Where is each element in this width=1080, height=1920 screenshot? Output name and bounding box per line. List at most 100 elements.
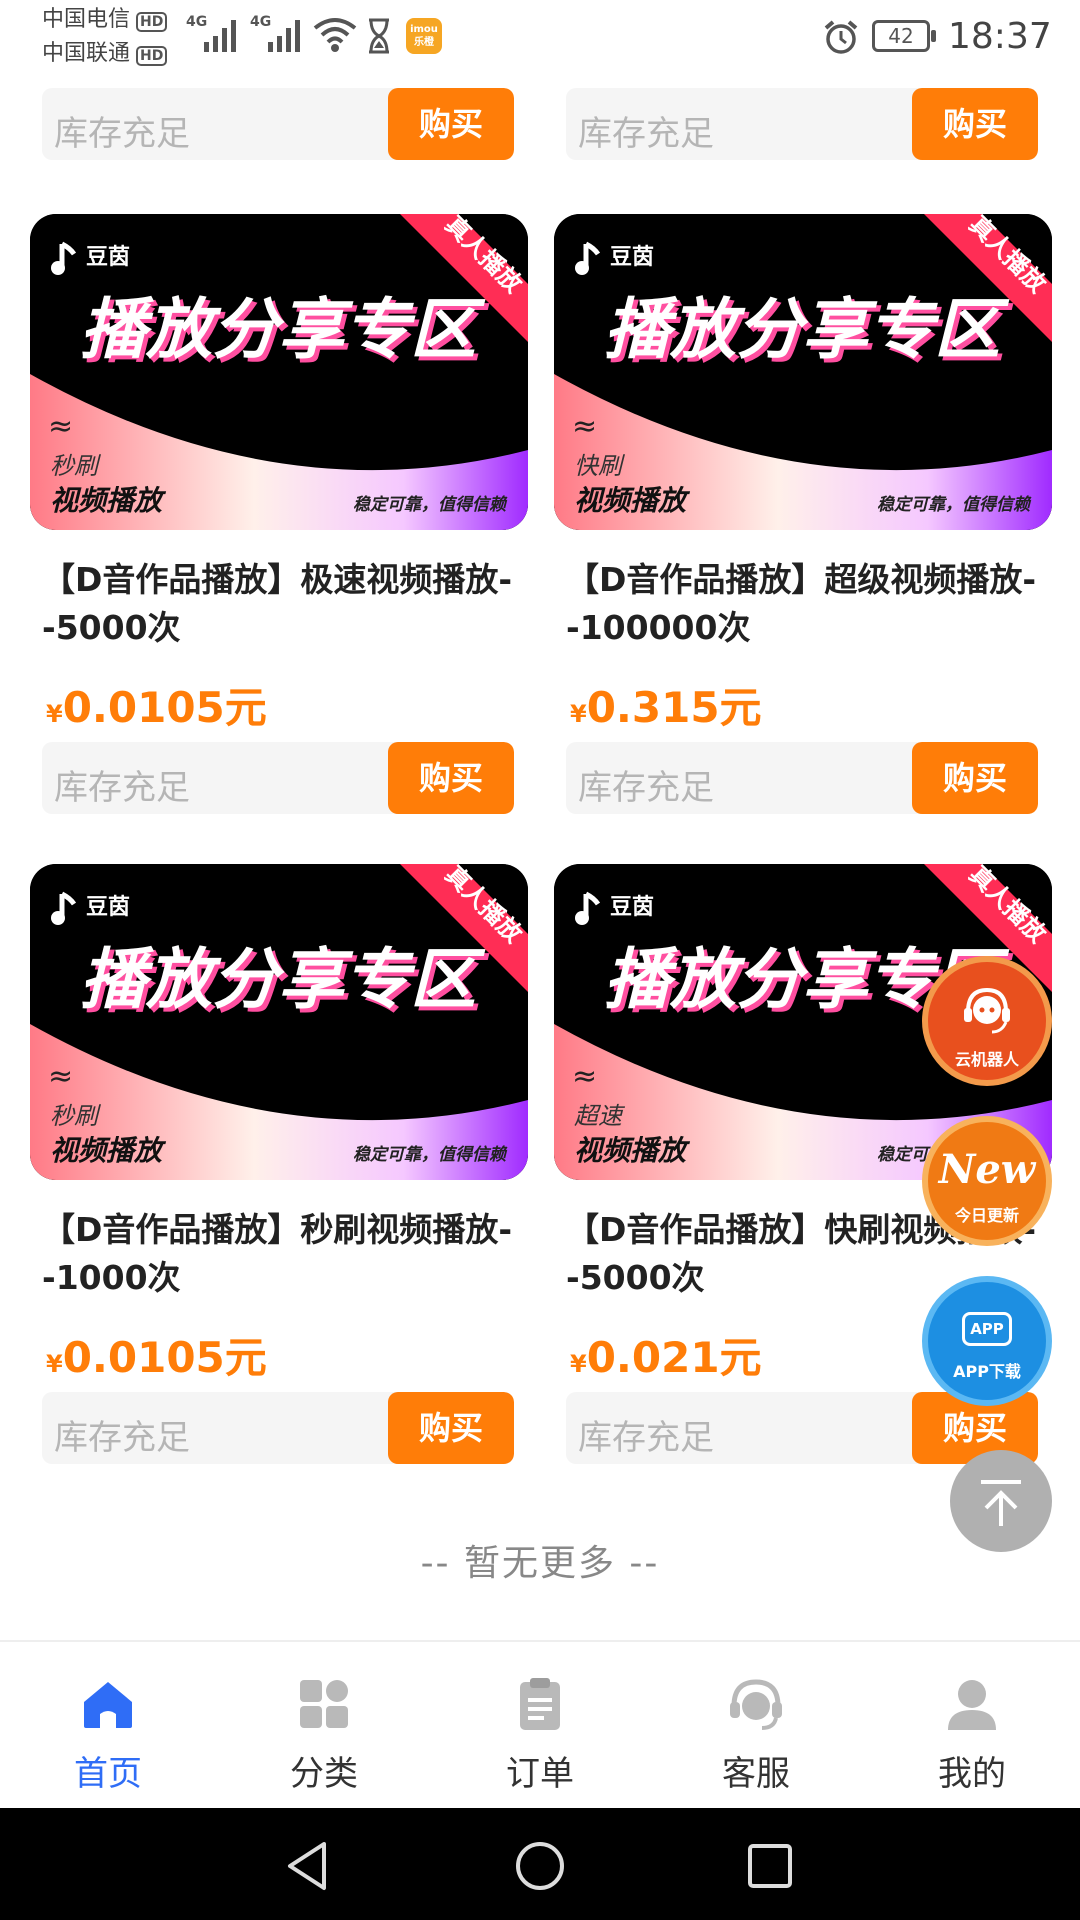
product-list[interactable]: 库存充足 购买 库存充足 购买 真人播放 豆茵 播放分享专区 播放分享专区 ≈ 秒刷 视频播… [0, 0, 1080, 1640]
signal-icon [204, 20, 236, 52]
headline-text: 播放分享专区 [80, 941, 486, 1018]
no-more-text: -- 暂无更多 -- [420, 1543, 660, 1584]
carrier-2: 中国联通 HD [42, 42, 168, 66]
buy-button[interactable]: 购买 [912, 88, 1038, 160]
buy-button[interactable]: 购买 [388, 88, 514, 160]
buy-button[interactable]: 购买 [912, 742, 1038, 814]
stock-status: 库存充足 [54, 114, 190, 154]
brand-text: 豆茵 [86, 244, 130, 269]
stock-status: 库存充足 [578, 114, 714, 154]
currency-symbol: ¥ [570, 700, 587, 728]
tab-customer-service[interactable]: 客服 [648, 1642, 864, 1810]
banner-sub-label: 秒刷 [50, 1102, 102, 1130]
cloud-robot-button[interactable]: 云机器人 [922, 956, 1052, 1086]
tab-mine[interactable]: 我的 [864, 1642, 1080, 1810]
tab-home[interactable]: 首页 [0, 1642, 216, 1810]
wave-mark: ≈ [48, 409, 73, 444]
product-banner[interactable]: 真人播放 豆茵 播放分享专区 播放分享专区 ≈ 秒刷 视频播放 稳定可靠，值得信赖 [30, 864, 528, 1180]
home-circle-icon[interactable] [512, 1838, 568, 1894]
carrier-1: 中国电信 HD [42, 8, 168, 32]
grid-icon [300, 1680, 348, 1728]
product-price: ¥0.0105元 [46, 674, 267, 735]
tab-orders[interactable]: 订单 [432, 1642, 648, 1810]
robot-headset-icon [964, 987, 1010, 1034]
recents-icon[interactable] [742, 1838, 798, 1894]
price-amount: 0.0105元 [62, 1333, 267, 1382]
product-price: ¥0.0105元 [46, 1324, 267, 1385]
banner-tagline: 视频播放 [574, 1134, 691, 1167]
wave-mark: ≈ [48, 1059, 73, 1094]
product-card[interactable]: 真人播放 豆茵 播放分享专区 播放分享专区 ≈ 秒刷 视频播放 稳定可靠，值得信赖 【D音作品播… [30, 864, 530, 1504]
today-update-label: 今日更新 [954, 1206, 1019, 1225]
system-nav-bar [0, 1808, 1080, 1920]
product-title[interactable]: 【D音作品播放】极速视频播放--5000次 [42, 556, 518, 652]
banner-tagline: 视频播放 [50, 484, 167, 517]
banner-slogan: 稳定可靠，值得信赖 [353, 1145, 508, 1165]
tab-label: 首页 [74, 1754, 142, 1794]
back-icon[interactable] [280, 1838, 336, 1894]
user-icon [948, 1680, 996, 1730]
battery-icon: 42 [872, 20, 936, 52]
buy-button[interactable]: 购买 [388, 1392, 514, 1464]
tab-label: 客服 [722, 1754, 790, 1794]
product-banner-image: 真人播放豆茵播放分享专区播放分享专区≈秒刷视频播放 稳定可靠，值得信赖 [30, 214, 528, 530]
home-icon [84, 1682, 132, 1728]
buy-button[interactable]: 购买 [388, 742, 514, 814]
banner-tagline: 视频播放 [50, 1134, 167, 1167]
currency-symbol: ¥ [46, 1350, 63, 1378]
banner-sub-label: 超速 [574, 1102, 626, 1130]
signal-icon [268, 20, 300, 52]
tab-category[interactable]: 分类 [216, 1642, 432, 1810]
clock: 18:37 [948, 16, 1052, 57]
hd-badge: HD [136, 12, 168, 32]
stock-status: 库存充足 [578, 1418, 714, 1458]
app-download-label: APP下载 [953, 1362, 1021, 1381]
stock-buy-row: 库存充足 购买 [42, 1392, 514, 1464]
product-title[interactable]: 【D音作品播放】超级视频播放--100000次 [566, 556, 1042, 652]
app-icon: APP [962, 1312, 1012, 1346]
stock-status: 库存充足 [54, 768, 190, 808]
product-banner-image: 真人播放豆茵播放分享专区播放分享专区≈秒刷视频播放 稳定可靠，值得信赖 [30, 864, 528, 1180]
brand-text: 豆茵 [610, 894, 654, 919]
stock-buy-row: 库存充足 购买 [42, 742, 514, 814]
price-amount: 0.0105元 [62, 683, 267, 732]
app-download-button[interactable]: APP APP下载 [922, 1276, 1052, 1406]
tab-label: 我的 [938, 1754, 1006, 1794]
headline-text: 播放分享专区 [604, 291, 1010, 368]
tab-label: 分类 [290, 1754, 358, 1794]
back-to-top-button[interactable] [950, 1450, 1052, 1552]
product-banner[interactable]: 真人播放 豆茵 播放分享专区 播放分享专区 ≈ 秒刷 视频播放 稳定可靠，值得信赖 [30, 214, 528, 530]
banner-slogan: 稳定可靠，值得信赖 [877, 495, 1032, 515]
alarm-icon [824, 20, 858, 54]
price-amount: 0.315元 [586, 683, 762, 732]
product-card[interactable]: 真人播放 豆茵 播放分享专区 播放分享专区 ≈ 快刷 视频播放 稳定可靠，值得信赖 【D音作品播… [554, 214, 1054, 854]
product-card[interactable]: 真人播放 豆茵 播放分享专区 播放分享专区 ≈ 秒刷 视频播放 稳定可靠，值得信赖 【D音作品播… [30, 214, 530, 854]
product-title[interactable]: 【D音作品播放】秒刷视频播放--1000次 [42, 1206, 518, 1302]
banner-slogan: 稳定可靠，值得信赖 [353, 495, 508, 515]
banner-sub-label: 秒刷 [50, 452, 102, 480]
arrow-up-icon [981, 1480, 1021, 1526]
today-update-button[interactable]: New 今日更新 [922, 1116, 1052, 1246]
price-amount: 0.021元 [586, 1333, 762, 1382]
status-bar: 中国电信 HD 中国联通 HD 4G 4G imou 乐橙 42 18:37 [0, 0, 1080, 78]
product-price: ¥0.315元 [570, 674, 762, 735]
stock-buy-row: 库存充足 购买 [566, 88, 1038, 160]
brand-text: 豆茵 [610, 244, 654, 269]
product-banner-image: 真人播放豆茵播放分享专区播放分享专区≈快刷视频播放 稳定可靠，值得信赖 [554, 214, 1052, 530]
bottom-tab-bar: 首页 分类 订单 客服 我的 [0, 1640, 1080, 1808]
stock-buy-row: 库存充足 购买 [42, 88, 514, 160]
wave-mark: ≈ [572, 409, 597, 444]
stock-buy-row: 库存充足 购买 [566, 742, 1038, 814]
currency-symbol: ¥ [46, 700, 63, 728]
new-label: New [938, 1146, 1036, 1193]
stock-status: 库存充足 [54, 1418, 190, 1458]
cloud-robot-label: 云机器人 [954, 1050, 1019, 1069]
hd-badge: HD [136, 46, 168, 66]
banner-sub-label: 快刷 [574, 452, 626, 480]
product-banner[interactable]: 真人播放 豆茵 播放分享专区 播放分享专区 ≈ 快刷 视频播放 稳定可靠，值得信赖 [554, 214, 1052, 530]
stock-status: 库存充足 [578, 768, 714, 808]
hourglass-icon [369, 18, 389, 54]
wave-mark: ≈ [572, 1059, 597, 1094]
currency-symbol: ¥ [570, 1350, 587, 1378]
brand-text: 豆茵 [86, 894, 130, 919]
